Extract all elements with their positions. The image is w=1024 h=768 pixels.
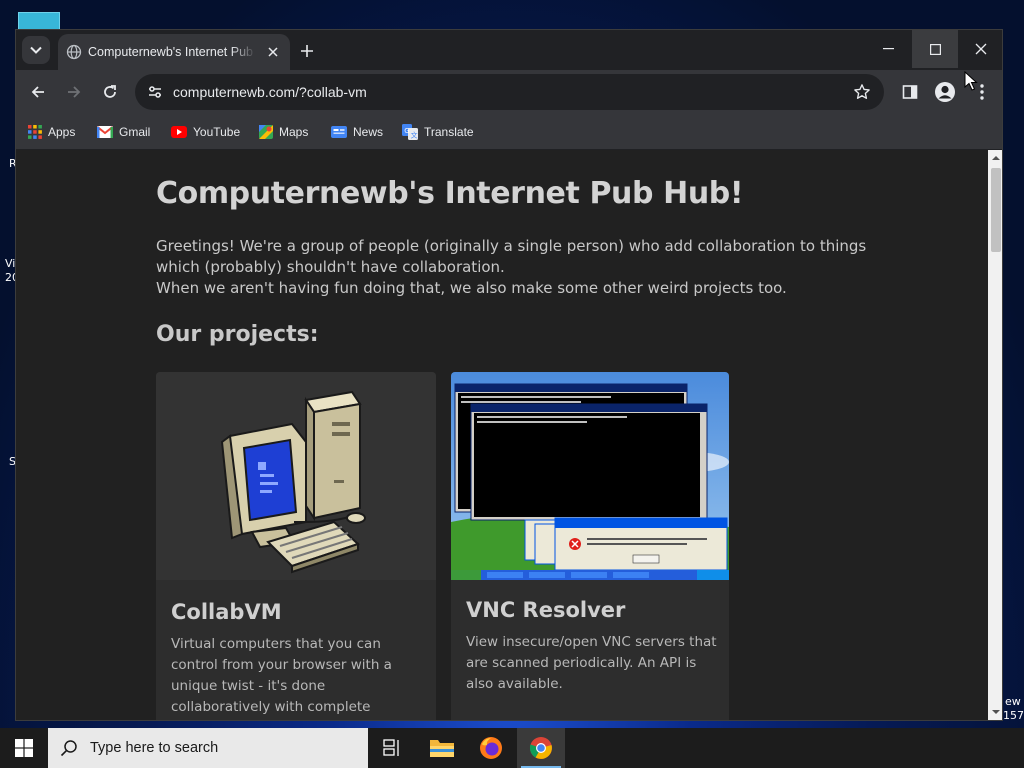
collabvm-computer-illustration [156, 372, 436, 580]
svg-text:文: 文 [411, 131, 418, 140]
minimize-button[interactable] [865, 30, 911, 68]
project-description: View insecure/open VNC servers that are … [466, 634, 717, 692]
bookmark-star-button[interactable] [850, 80, 874, 104]
maximize-icon [929, 43, 941, 55]
bookmark-label: News [353, 125, 384, 139]
site-info-button[interactable] [143, 80, 167, 104]
scrollbar-thumb[interactable] [991, 168, 1001, 252]
project-card-vnc-resolver[interactable]: VNC Resolver View insecure/open VNC serv… [451, 372, 729, 720]
news-icon [331, 126, 347, 138]
page-scrollbar[interactable] [988, 150, 1002, 720]
maximize-button[interactable] [912, 30, 958, 68]
bookmark-label: YouTube [193, 125, 241, 139]
bookmark-translate[interactable]: G文 Translate [402, 121, 474, 143]
globe-icon [66, 44, 82, 60]
intro-text: Greetings! We're a group of people (orig… [156, 236, 867, 299]
vnc-screenshot-thumbnail [451, 372, 729, 580]
apps-grid-icon [28, 125, 42, 139]
taskbar-chrome[interactable] [517, 728, 565, 768]
browser-toolbar: computernewb.com/?collab-vm [16, 70, 1002, 114]
tab-strip: Computernewb's Internet Pub Hub! [16, 30, 1002, 70]
new-tab-button[interactable] [296, 40, 318, 62]
taskbar-file-explorer[interactable] [418, 728, 466, 768]
bookmark-maps[interactable]: Maps [259, 121, 308, 143]
mouse-cursor-icon [964, 71, 978, 91]
bookmarks-bar: Apps Gmail YouTube Maps News G文 Translat… [16, 114, 1002, 150]
project-title: VNC Resolver [466, 598, 626, 622]
gmail-icon [97, 126, 113, 138]
bookmark-youtube[interactable]: YouTube [171, 121, 240, 143]
side-panel-button[interactable] [896, 78, 924, 106]
more-vert-icon [980, 84, 984, 100]
profile-avatar-icon [935, 82, 955, 102]
translate-icon: G文 [402, 124, 418, 140]
desktop-icon-label-fragment: ew [1005, 695, 1021, 708]
plus-icon [301, 45, 313, 57]
browser-tab[interactable]: Computernewb's Internet Pub Hub! [58, 34, 290, 70]
minimize-icon [882, 48, 894, 50]
search-placeholder: Type here to search [90, 740, 219, 756]
firefox-icon [480, 737, 502, 759]
bookmark-news[interactable]: News [331, 121, 383, 143]
scroll-down-arrow-icon[interactable] [992, 708, 1000, 716]
projects-heading: Our projects: [156, 322, 319, 347]
project-card-collabvm[interactable]: CollabVM Virtual computers that you can … [156, 372, 436, 720]
arrow-left-icon [31, 86, 44, 98]
arrow-right-icon [68, 86, 81, 98]
browser-window: Computernewb's Internet Pub Hub! [15, 29, 1003, 721]
maps-icon [259, 125, 273, 139]
tab-close-button[interactable] [264, 43, 282, 61]
taskbar-search-box[interactable]: Type here to search [48, 728, 368, 768]
tab-search-button[interactable] [22, 36, 50, 64]
intro-line: Greetings! We're a group of people (orig… [156, 237, 867, 255]
bookmark-label: Translate [424, 125, 474, 139]
intro-line: which (probably) shouldn't have collabor… [156, 258, 505, 276]
back-button[interactable] [24, 78, 52, 106]
url-text[interactable]: computernewb.com/?collab-vm [173, 84, 367, 100]
star-icon [854, 84, 870, 99]
chevron-down-icon [30, 46, 42, 54]
side-panel-icon [902, 85, 918, 99]
close-window-button[interactable] [958, 30, 1002, 68]
desktop-icon-label-fragment: 157 [1003, 709, 1024, 722]
reload-button[interactable] [96, 78, 124, 106]
windows-taskbar: Type here to search [0, 728, 1024, 768]
task-view-icon [383, 739, 399, 756]
address-bar[interactable]: computernewb.com/?collab-vm [135, 74, 884, 110]
desktop-icon-label-fragment: Vi [5, 257, 16, 270]
page-title: Computernewb's Internet Pub Hub! [156, 176, 744, 211]
scroll-up-arrow-icon[interactable] [992, 154, 1000, 162]
bookmark-label: Gmail [119, 125, 151, 139]
windows-logo-icon [15, 739, 33, 757]
close-icon [268, 47, 278, 57]
profile-button[interactable] [931, 78, 959, 106]
start-button[interactable] [0, 728, 48, 768]
taskbar-firefox[interactable] [467, 728, 515, 768]
bookmark-apps[interactable]: Apps [28, 121, 75, 143]
project-description: Virtual computers that you can control f… [171, 636, 392, 715]
close-icon [975, 43, 987, 55]
project-title: CollabVM [171, 600, 282, 624]
forward-button[interactable] [60, 78, 88, 106]
youtube-icon [171, 126, 187, 138]
tune-icon [149, 86, 161, 98]
reload-icon [104, 85, 116, 98]
bookmark-label: Maps [279, 125, 309, 139]
taskbar-task-view[interactable] [368, 728, 416, 768]
search-icon [60, 740, 77, 757]
folder-icon [430, 740, 454, 757]
bookmark-label: Apps [48, 125, 76, 139]
svg-text:G: G [404, 127, 409, 135]
chrome-icon [529, 737, 552, 759]
intro-line: When we aren't having fun doing that, we… [156, 279, 787, 297]
bookmark-gmail[interactable]: Gmail [97, 121, 150, 143]
tab-title: Computernewb's Internet Pub Hub! [88, 45, 256, 59]
page-viewport[interactable]: Computernewb's Internet Pub Hub! Greetin… [16, 150, 988, 720]
